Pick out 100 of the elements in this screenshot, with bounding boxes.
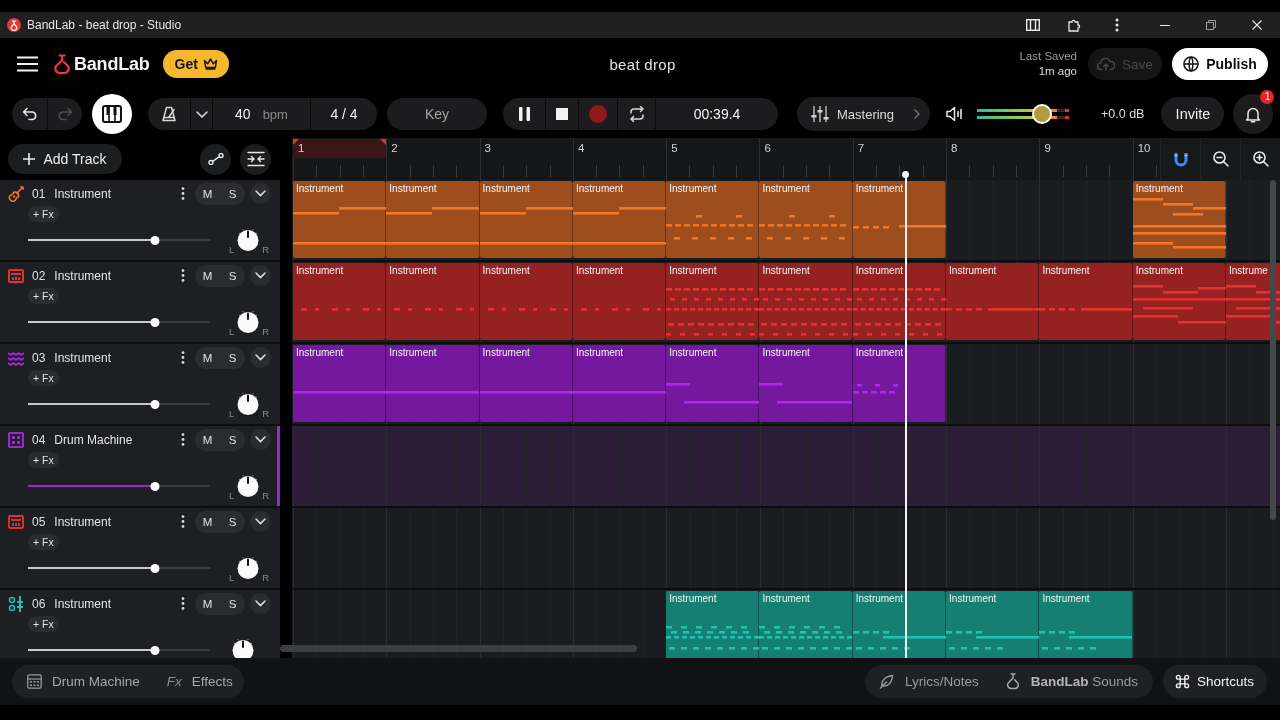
mastering-button[interactable]: Mastering <box>797 97 930 131</box>
midi-clip[interactable]: Instrument <box>386 345 480 422</box>
tempo-field[interactable]: 40 bpm <box>212 98 310 130</box>
redo-icon <box>57 107 73 121</box>
track-header[interactable]: 03 Instrument M S + Fx L R <box>0 344 280 426</box>
expand-track-button[interactable] <box>250 593 271 614</box>
track-name: Drum Machine <box>54 432 133 447</box>
midi-clip[interactable]: Instrument <box>293 263 387 340</box>
shortcuts-button[interactable]: Shortcuts <box>1162 665 1267 698</box>
horizontal-scrollbar[interactable] <box>280 645 637 652</box>
restore-icon <box>1206 20 1216 30</box>
midi-clip[interactable]: Instrument <box>666 591 760 658</box>
midi-clip[interactable]: Instrument <box>759 345 853 422</box>
midi-clip[interactable]: Instrument <box>759 181 853 258</box>
mute-button[interactable]: M <box>195 510 220 533</box>
slider-handle[interactable] <box>150 399 160 409</box>
chevron-down-icon <box>255 190 266 197</box>
midi-clip[interactable]: Instrument <box>759 591 853 658</box>
track-header[interactable]: 02 Instrument M S + Fx L R <box>0 262 280 344</box>
invite-button[interactable]: Invite <box>1161 97 1225 131</box>
midi-clip[interactable]: Instrument <box>946 263 1040 340</box>
expand-track-button[interactable] <box>250 347 271 368</box>
midi-clip[interactable]: Instrument <box>1039 263 1133 340</box>
mute-master-button[interactable] <box>946 105 964 123</box>
menu-button[interactable] <box>17 54 38 74</box>
slider-handle[interactable] <box>150 481 160 491</box>
solo-button[interactable]: S <box>220 264 245 287</box>
expand-track-button[interactable] <box>250 265 271 286</box>
expand-track-button[interactable] <box>250 429 271 450</box>
midi-clip[interactable]: Instrument <box>1039 591 1133 658</box>
track-menu-button[interactable] <box>179 431 187 448</box>
mute-button[interactable]: M <box>195 346 220 369</box>
track-header[interactable]: 01 Instrument M S + Fx L R <box>0 180 280 262</box>
track-header[interactable]: 04 Drum Machine M S + Fx L R <box>0 426 280 508</box>
add-track-button[interactable]: Add Track <box>8 144 122 174</box>
mute-button[interactable]: M <box>195 182 220 205</box>
midi-clip[interactable]: Instrument <box>1132 263 1226 340</box>
ruler-bar[interactable]: 10 <box>1132 138 1160 180</box>
midi-clip[interactable]: Instrument <box>479 345 573 422</box>
track-menu-button[interactable] <box>179 595 187 612</box>
slider-handle[interactable] <box>150 645 160 655</box>
midi-clip[interactable]: Instrument <box>759 263 853 340</box>
slider-handle[interactable] <box>150 235 160 245</box>
midi-clip[interactable]: Instrument <box>386 181 480 258</box>
track-number: 01 <box>32 186 46 201</box>
slider-handle[interactable] <box>150 563 160 573</box>
track-menu-button[interactable] <box>179 267 187 284</box>
vertical-scrollbar[interactable] <box>1270 180 1276 520</box>
get-button[interactable]: Get <box>162 50 229 78</box>
slider-handle[interactable] <box>150 317 160 327</box>
midi-clip[interactable]: Instrument <box>666 345 760 422</box>
midi-clip[interactable]: Instrument <box>293 345 387 422</box>
midi-clip[interactable]: Instrument <box>386 263 480 340</box>
track-header[interactable]: 05 Instrument M S + Fx L R <box>0 508 280 590</box>
midi-clip[interactable]: Instrument <box>946 591 1040 658</box>
panel-tab[interactable]: Drum Machine <box>27 674 140 689</box>
track-menu-button[interactable] <box>179 513 187 530</box>
key-button[interactable]: Key <box>387 98 487 130</box>
solo-button[interactable]: S <box>220 592 245 615</box>
midi-clip[interactable]: Instrument <box>293 181 387 258</box>
time-signature-field[interactable]: 4 / 4 <box>310 98 377 130</box>
slider-handle[interactable] <box>1031 104 1052 124</box>
mute-button[interactable]: M <box>195 428 220 451</box>
mute-button[interactable]: M <box>195 264 220 287</box>
add-effect-button[interactable]: + Fx <box>28 534 59 550</box>
midi-clip[interactable]: Instrument <box>1132 181 1226 258</box>
fit-tracks-button[interactable] <box>240 143 271 175</box>
add-effect-button[interactable]: + Fx <box>28 288 59 304</box>
add-effect-button[interactable]: + Fx <box>28 206 59 222</box>
expand-track-button[interactable] <box>250 183 271 204</box>
mute-button[interactable]: M <box>195 592 220 615</box>
add-effect-button[interactable]: + Fx <box>28 370 59 386</box>
playhead[interactable] <box>902 171 910 658</box>
add-effect-button[interactable]: + Fx <box>28 616 59 632</box>
panel-tab[interactable]: BandLab Sounds <box>1005 673 1138 690</box>
expand-track-button[interactable] <box>250 511 271 532</box>
automation-button[interactable] <box>200 143 231 175</box>
panel-tab[interactable]: Fx Effects <box>166 674 233 689</box>
midi-clip[interactable]: Instrument <box>666 263 760 340</box>
ruler-bar[interactable]: 1 <box>293 138 387 180</box>
panel-tab[interactable]: Lyrics/Notes <box>877 673 979 690</box>
notification-badge: 1 <box>1260 90 1275 104</box>
track-menu-button[interactable] <box>179 349 187 366</box>
pan-knob[interactable] <box>230 637 256 658</box>
track-menu-button[interactable] <box>179 185 187 202</box>
solo-button[interactable]: S <box>220 428 245 451</box>
midi-clip[interactable]: Instrument <box>479 263 573 340</box>
midi-clip[interactable]: Instrument <box>479 181 573 258</box>
solo-button[interactable]: S <box>220 346 245 369</box>
add-effect-button[interactable]: + Fx <box>28 452 59 468</box>
time-display: 00:39.4 <box>655 98 778 130</box>
track-header[interactable]: 06 Instrument M S + Fx <box>0 590 280 658</box>
publish-button[interactable]: Publish <box>1172 48 1268 80</box>
piano-button[interactable] <box>92 94 132 134</box>
midi-clip[interactable]: Instrument <box>572 263 667 340</box>
midi-clip[interactable]: Instrument <box>572 345 667 422</box>
solo-button[interactable]: S <box>220 182 245 205</box>
midi-clip[interactable]: Instrument <box>666 181 760 258</box>
midi-clip[interactable]: Instrument <box>572 181 667 258</box>
solo-button[interactable]: S <box>220 510 245 533</box>
